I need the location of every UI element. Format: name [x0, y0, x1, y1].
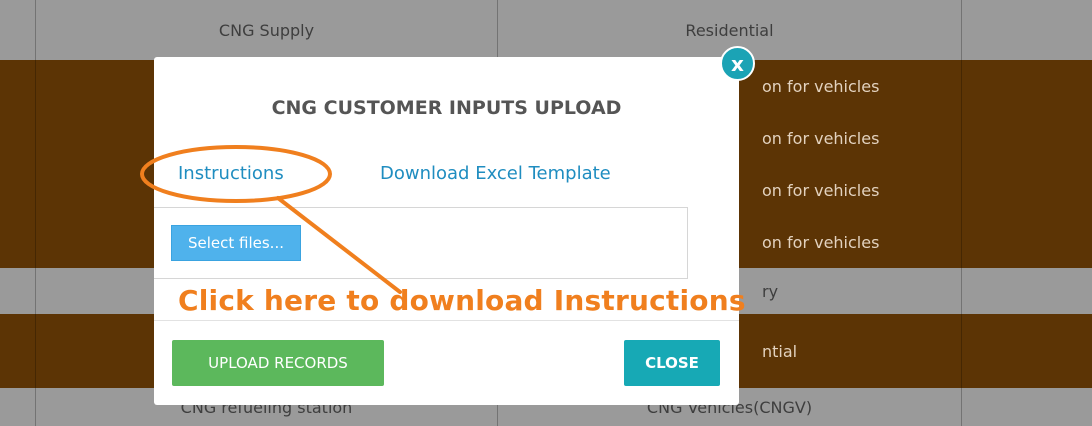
table-cell — [0, 60, 36, 268]
file-upload-area[interactable]: Select files... — [154, 207, 688, 279]
table-cell — [962, 388, 1092, 426]
table-cell — [962, 268, 1092, 314]
table-cell — [0, 268, 36, 314]
modal-footer-divider — [154, 320, 739, 321]
table-cell-line: on for vehicles — [762, 180, 880, 200]
table-cell-line: on for vehicles — [762, 128, 880, 148]
table-row: CNG Supply Residential — [0, 0, 1092, 60]
table-cell — [0, 0, 36, 60]
instructions-link[interactable]: Instructions — [178, 163, 284, 184]
table-cell-line: on for vehicles — [762, 76, 880, 96]
upload-records-button[interactable]: UPLOAD RECORDS — [172, 340, 384, 386]
table-cell — [962, 0, 1092, 60]
upload-modal: CNG CUSTOMER INPUTS UPLOAD Instructions … — [154, 57, 739, 405]
table-cell — [0, 314, 36, 388]
annotation-text: Click here to download Instructions — [178, 284, 746, 317]
select-files-button[interactable]: Select files... — [171, 225, 301, 261]
download-template-link[interactable]: Download Excel Template — [380, 163, 611, 184]
table-cell — [962, 60, 1092, 268]
table-cell — [0, 388, 36, 426]
close-x-icon[interactable]: x — [720, 46, 755, 81]
table-cell — [962, 314, 1092, 388]
table-cell: CNG Supply — [36, 0, 498, 60]
modal-title: CNG CUSTOMER INPUTS UPLOAD — [271, 97, 622, 119]
close-button[interactable]: CLOSE — [624, 340, 720, 386]
table-cell-line: on for vehicles — [762, 232, 880, 252]
